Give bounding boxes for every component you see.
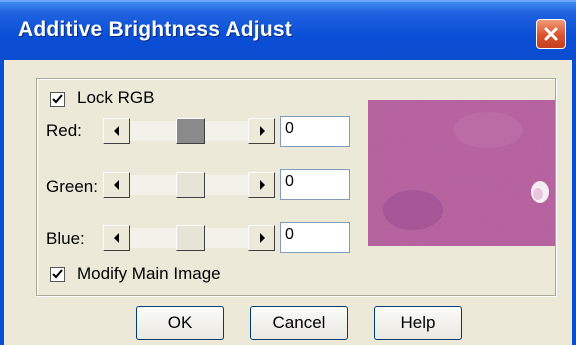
title-bar: Additive Brightness Adjust	[0, 0, 576, 60]
blue-slider-thumb[interactable]	[176, 225, 205, 251]
window-frame-right	[572, 60, 576, 345]
red-value-input[interactable]: 0	[280, 116, 350, 147]
lock-rgb-checkbox[interactable]	[50, 92, 65, 107]
modify-main-image-label: Modify Main Image	[77, 264, 221, 283]
red-increase-button[interactable]	[248, 118, 275, 144]
close-icon	[544, 27, 558, 41]
checkmark-icon	[52, 269, 63, 279]
right-arrow-icon	[259, 126, 265, 136]
left-arrow-icon	[113, 180, 119, 190]
checkmark-icon	[52, 94, 63, 104]
ok-button[interactable]: OK	[136, 306, 224, 340]
left-arrow-icon	[113, 233, 119, 243]
green-increase-button[interactable]	[248, 172, 275, 198]
right-arrow-icon	[259, 180, 265, 190]
green-label: Green:	[46, 177, 98, 196]
cancel-button[interactable]: Cancel	[250, 306, 348, 340]
green-decrease-button[interactable]	[103, 172, 130, 198]
green-slider[interactable]	[103, 172, 275, 198]
help-button[interactable]: Help	[374, 306, 462, 340]
window-title: Additive Brightness Adjust	[18, 18, 292, 41]
close-button[interactable]	[536, 19, 566, 49]
right-arrow-icon	[259, 233, 265, 243]
tissue-texture	[368, 100, 555, 246]
blue-decrease-button[interactable]	[103, 225, 130, 251]
red-slider[interactable]	[103, 118, 275, 144]
red-label: Red:	[46, 121, 82, 140]
left-arrow-icon	[113, 126, 119, 136]
modify-main-image-checkbox[interactable]	[50, 267, 65, 282]
green-value-input[interactable]: 0	[280, 169, 350, 200]
red-slider-thumb[interactable]	[176, 118, 205, 144]
preview-image	[368, 100, 555, 246]
red-decrease-button[interactable]	[103, 118, 130, 144]
window-frame-left	[0, 60, 4, 345]
blue-label: Blue:	[46, 229, 85, 248]
blue-slider[interactable]	[103, 225, 275, 251]
lock-rgb-label: Lock RGB	[77, 88, 155, 107]
blue-value-input[interactable]: 0	[280, 222, 350, 253]
blue-increase-button[interactable]	[248, 225, 275, 251]
green-slider-thumb[interactable]	[176, 172, 205, 198]
